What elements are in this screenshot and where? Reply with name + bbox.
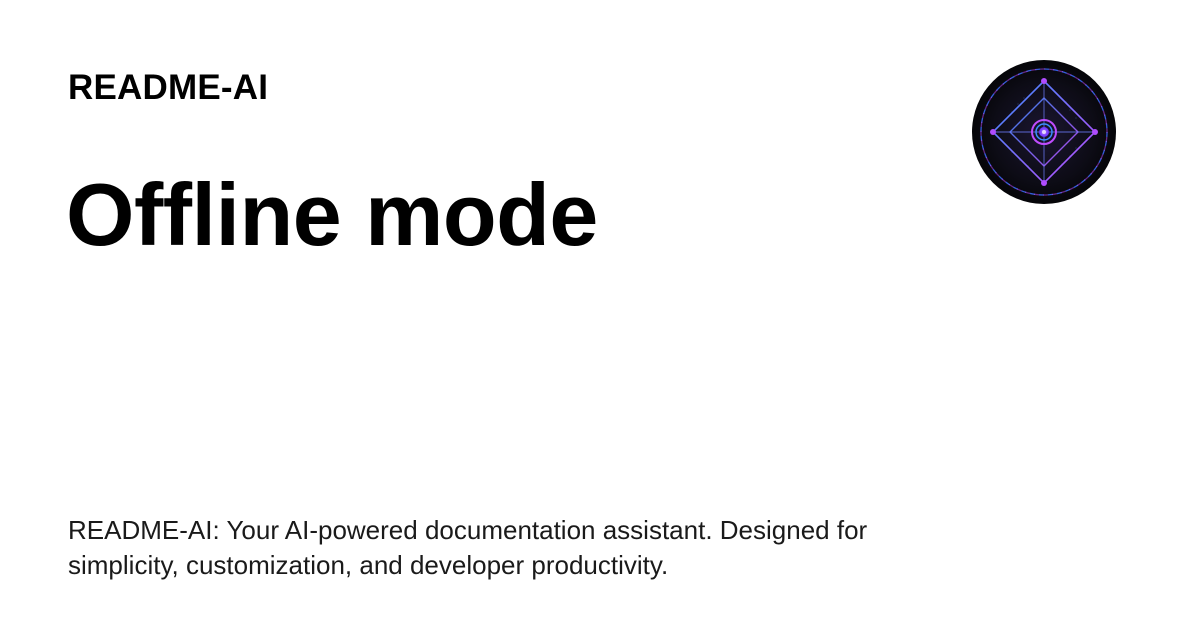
readme-ai-logo-icon bbox=[972, 60, 1116, 204]
site-name: README-AI bbox=[68, 68, 269, 107]
page-title: Offline mode bbox=[66, 165, 598, 264]
page-description: README-AI: Your AI-powered documentation… bbox=[68, 515, 868, 580]
